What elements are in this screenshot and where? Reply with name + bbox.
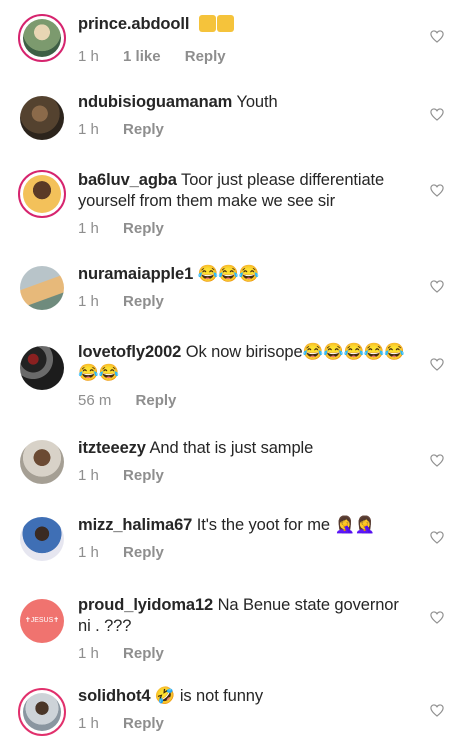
heart-outline-icon[interactable] [430, 184, 444, 197]
heart-outline-icon[interactable] [430, 108, 444, 121]
comment-meta: 1 h Reply [78, 220, 414, 237]
reply-button[interactable]: Reply [123, 645, 164, 662]
heart-outline-icon[interactable] [430, 280, 444, 293]
comment-meta: 1 h Reply [78, 121, 414, 138]
reply-button[interactable]: Reply [136, 392, 177, 409]
avatar[interactable] [18, 688, 66, 736]
avatar[interactable] [18, 344, 66, 392]
comment-meta: 1 h Reply [78, 715, 414, 732]
comment-time: 56 m [78, 392, 112, 409]
comment-body: And that is just sample [149, 439, 314, 457]
comment-text: prince.abdooll 👆👆 [78, 14, 414, 40]
comment-text: nuramaiapple1 😂😂😂 [78, 264, 414, 285]
avatar[interactable]: ✝JESUS✝ [18, 597, 66, 645]
comment-time: 1 h [78, 121, 99, 138]
avatar-text: ✝JESUS✝ [24, 617, 60, 624]
reply-button[interactable]: Reply [123, 220, 164, 237]
comment-likes[interactable]: 1 like [123, 48, 161, 65]
comment-body: 😂😂😂 [197, 265, 259, 283]
avatar[interactable] [18, 170, 66, 218]
comment-username[interactable]: itzteeezy [78, 439, 146, 457]
comment-text: ndubisioguamanam Youth [78, 92, 414, 113]
comment-text: mizz_halima67 It's the yoot for me 🤦‍♀️🤦… [78, 515, 414, 536]
reply-button[interactable]: Reply [123, 467, 164, 484]
comment-meta: 1 h Reply [78, 645, 414, 662]
comment-meta: 1 h 1 like Reply [78, 48, 414, 65]
comment-time: 1 h [78, 645, 99, 662]
comment-username[interactable]: ndubisioguamanam [78, 93, 232, 111]
comment-username[interactable]: ba6luv_agba [78, 171, 177, 189]
comment-body: Youth [236, 93, 278, 111]
comment-text: proud_lyidoma12 Na Benue state governor … [78, 595, 414, 637]
comment-meta: 1 h Reply [78, 544, 414, 561]
avatar[interactable] [18, 264, 66, 312]
comment-text: itzteeezy And that is just sample [78, 438, 414, 459]
point-up-emoji-icon [199, 15, 217, 32]
point-up-emoji-icon [217, 15, 235, 32]
heart-outline-icon[interactable] [430, 30, 444, 43]
comment-time: 1 h [78, 544, 99, 561]
comment-body: 🤣 is not funny [154, 687, 264, 705]
comment-text: lovetofly2002 Ok now birisope😂😂😂😂😂😂😂 [78, 342, 414, 384]
reply-button[interactable]: Reply [123, 121, 164, 138]
comment-time: 1 h [78, 220, 99, 237]
avatar[interactable] [18, 94, 66, 142]
comment-meta: 56 m Reply [78, 392, 414, 409]
comment-time: 1 h [78, 48, 99, 65]
heart-outline-icon[interactable] [430, 704, 444, 717]
reply-button[interactable]: Reply [123, 293, 164, 310]
avatar[interactable] [18, 515, 66, 563]
comment-body: It's the yoot for me 🤦‍♀️🤦‍♀️ [196, 516, 376, 534]
comment-time: 1 h [78, 293, 99, 310]
comment-username[interactable]: nuramaiapple1 [78, 265, 193, 283]
comment-text: ba6luv_agba Toor just please differentia… [78, 170, 414, 212]
reply-button[interactable]: Reply [185, 48, 226, 65]
comment-meta: 1 h Reply [78, 293, 414, 310]
comment-username[interactable]: prince.abdooll [78, 15, 189, 33]
heart-outline-icon[interactable] [430, 454, 444, 467]
heart-outline-icon[interactable] [430, 531, 444, 544]
avatar[interactable] [18, 438, 66, 486]
comment-username[interactable]: mizz_halima67 [78, 516, 192, 534]
comment-time: 1 h [78, 467, 99, 484]
heart-outline-icon[interactable] [430, 358, 444, 371]
comment-username[interactable]: lovetofly2002 [78, 343, 181, 361]
reply-button[interactable]: Reply [123, 715, 164, 732]
heart-outline-icon[interactable] [430, 611, 444, 624]
comment-text: solidhot4 🤣 is not funny [78, 686, 414, 707]
comment-time: 1 h [78, 715, 99, 732]
comment-username[interactable]: solidhot4 [78, 687, 151, 705]
reply-button[interactable]: Reply [123, 544, 164, 561]
avatar[interactable] [18, 14, 66, 62]
comment-meta: 1 h Reply [78, 467, 414, 484]
comment-username[interactable]: proud_lyidoma12 [78, 596, 213, 614]
comments-list: prince.abdooll 👆👆 1 h 1 like Reply ndubi… [0, 0, 472, 742]
